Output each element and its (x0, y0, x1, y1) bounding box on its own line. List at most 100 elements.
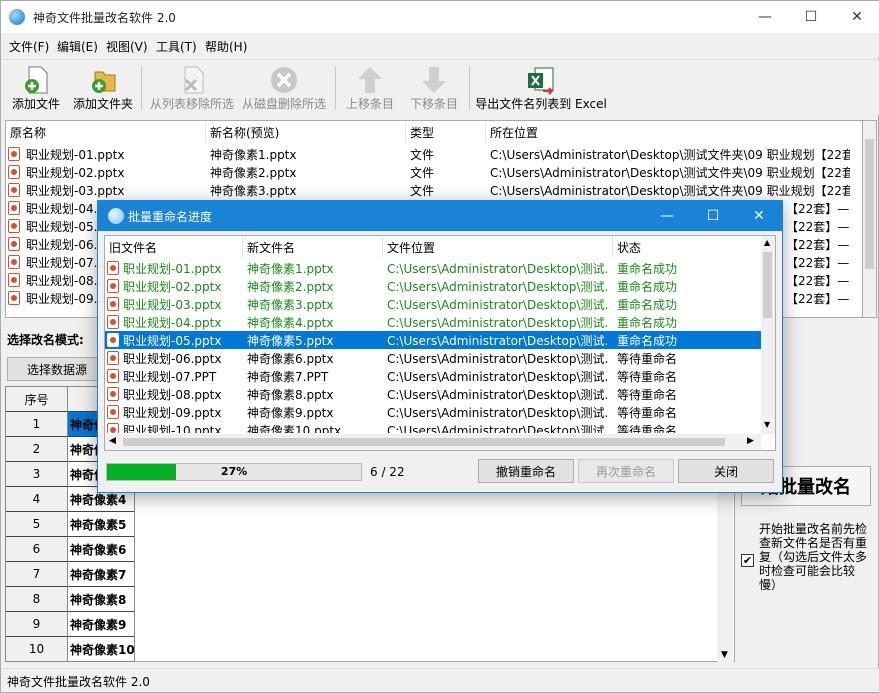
close-icon[interactable]: ✕ (834, 1, 879, 33)
maximize-icon[interactable]: ☐ (690, 201, 736, 231)
grid-index: 1 (6, 412, 68, 437)
close-icon[interactable]: ✕ (736, 201, 782, 231)
grid-cell[interactable]: 神奇像素8 (68, 587, 134, 612)
progress-row[interactable]: 职业规划-08.pptx 神奇像素8.pptx C:\Users\Adminis… (105, 385, 765, 403)
pptx-file-icon (8, 201, 20, 215)
progress-row[interactable]: 职业规划-04.pptx 神奇像素4.pptx C:\Users\Adminis… (105, 313, 765, 331)
column-header-new-name[interactable]: 新名称(预览) (206, 121, 406, 142)
toolbar-separator (335, 66, 336, 110)
arrow-down-icon (422, 67, 446, 93)
chevron-down-icon[interactable]: ▼ (764, 420, 770, 429)
remove-from-list-button[interactable]: 从列表移除所选 (147, 62, 237, 114)
column-header-type[interactable]: 类型 (406, 121, 486, 142)
progress-row[interactable]: 职业规划-03.pptx 神奇像素3.pptx C:\Users\Adminis… (105, 295, 765, 313)
pptx-file-icon (107, 261, 119, 275)
grid-index: 8 (6, 587, 68, 612)
cancel-rename-button[interactable]: 撤销重命名 (478, 459, 574, 483)
grid-cell[interactable]: 神奇像素6 (68, 537, 134, 562)
chevron-down-icon[interactable]: ▼ (721, 650, 728, 660)
progress-row[interactable]: 职业规划-02.pptx 神奇像素2.pptx C:\Users\Adminis… (105, 277, 765, 295)
progress-percent: 27% (220, 465, 248, 478)
progress-row[interactable]: 职业规划-09.pptx 神奇像素9.pptx C:\Users\Adminis… (105, 403, 765, 421)
chevron-right-icon[interactable]: ▶ (747, 436, 754, 446)
scrollbar-thumb[interactable] (123, 438, 725, 446)
toolbar-separator (469, 66, 470, 110)
column-header-old-name[interactable]: 旧文件名 (105, 236, 243, 257)
move-up-button[interactable]: 上移条目 (341, 62, 399, 114)
progress-row[interactable]: 职业规划-07.PPT 神奇像素7.PPT C:\Users\Administr… (105, 367, 765, 385)
progress-list-vscrollbar[interactable]: ▲ ▼ (761, 236, 775, 434)
pptx-file-icon (8, 273, 20, 287)
list-item[interactable]: 职业规划-03.pptx 神奇像素3.pptx 文件 C:\Users\Admi… (6, 181, 862, 199)
menu-file[interactable]: 文件(F) (9, 38, 49, 55)
progress-row[interactable]: 职业规划-10.pptx 神奇像素10.pptx C:\Users\Admini… (105, 421, 765, 433)
column-header-location[interactable]: 所在位置 (486, 121, 862, 142)
move-down-button[interactable]: 下移条目 (405, 62, 463, 114)
scrollbar-thumb[interactable] (865, 139, 874, 269)
grid-cell[interactable]: 神奇像素9 (68, 612, 134, 637)
column-header-new-name[interactable]: 新文件名 (243, 236, 383, 257)
maximize-icon[interactable]: ☐ (788, 1, 834, 33)
grid-index: 6 (6, 537, 68, 562)
pptx-file-icon (107, 315, 119, 329)
column-header-status[interactable]: 状态 (613, 236, 763, 257)
app-icon (108, 208, 124, 224)
pptx-file-icon (8, 219, 20, 233)
toolbar: 添加文件 添加文件夹 从列表移除所选 从磁盘删除所选 上移条目 下移条目 导出文… (1, 59, 879, 115)
pptx-file-icon (107, 387, 119, 401)
chevron-up-icon[interactable]: ▲ (764, 238, 770, 247)
menu-bar: 文件(F) 编辑(E) 视图(V) 工具(T) 帮助(H) (1, 33, 879, 57)
add-file-button[interactable]: 添加文件 (7, 62, 65, 114)
list-item[interactable]: 职业规划-01.pptx 神奇像素1.pptx 文件 C:\Users\Admi… (6, 145, 862, 163)
scrollbar-thumb[interactable] (763, 252, 772, 318)
list-item[interactable]: 职业规划-02.pptx 神奇像素2.pptx 文件 C:\Users\Admi… (6, 163, 862, 181)
select-source-button[interactable]: 选择数据源 (7, 357, 107, 381)
excel-icon (528, 67, 554, 95)
progress-list-hscrollbar[interactable]: ◀ ▶ (105, 434, 761, 450)
column-header-location[interactable]: 文件位置 (383, 236, 613, 257)
progress-row[interactable]: 职业规划-01.pptx 神奇像素1.pptx C:\Users\Adminis… (105, 259, 765, 277)
pptx-file-icon (107, 405, 119, 419)
toolbar-separator (141, 66, 142, 110)
minimize-icon[interactable]: — (742, 1, 788, 33)
chevron-left-icon[interactable]: ◀ (109, 436, 116, 446)
menu-tools[interactable]: 工具(T) (156, 38, 197, 55)
grid-cell[interactable]: 神奇像素5 (68, 512, 134, 537)
delete-from-disk-button[interactable]: 从磁盘删除所选 (239, 62, 329, 114)
column-header-original[interactable]: 原名称 (6, 121, 206, 142)
grid-cell[interactable]: 神奇像素7 (68, 562, 134, 587)
pptx-file-icon (107, 279, 119, 293)
status-text: 神奇文件批量改名软件 2.0 (7, 675, 150, 689)
menu-view[interactable]: 视图(V) (106, 38, 148, 55)
rename-progress-dialog: 批量重命名进度 — ☐ ✕ 旧文件名 新文件名 文件位置 状态 职业规划-01.… (97, 200, 783, 493)
add-folder-icon (92, 71, 116, 93)
ppt-file-icon (107, 369, 119, 383)
pptx-file-icon (8, 255, 20, 269)
add-folder-button[interactable]: 添加文件夹 (69, 62, 137, 114)
menu-edit[interactable]: 编辑(E) (57, 38, 98, 55)
grid-index: 9 (6, 612, 68, 637)
pptx-file-icon (107, 333, 119, 347)
menu-help[interactable]: 帮助(H) (205, 38, 247, 55)
check-duplicates-checkbox[interactable]: ✔ (741, 554, 754, 567)
progress-count: 6 / 22 (370, 465, 405, 479)
progress-bar: 27% (106, 463, 362, 481)
dialog-title-bar: 批量重命名进度 — ☐ ✕ (98, 201, 782, 231)
retry-rename-button[interactable]: 再次重命名 (578, 459, 674, 483)
grid-index: 3 (6, 462, 68, 487)
title-bar: 神奇文件批量改名软件 2.0 — ☐ ✕ (1, 1, 879, 33)
app-icon (9, 9, 25, 25)
grid-header-index: 序号 (6, 387, 68, 412)
progress-row-selected[interactable]: 职业规划-05.pptx 神奇像素5.pptx C:\Users\Adminis… (105, 331, 765, 349)
close-dialog-button[interactable]: 关闭 (678, 459, 774, 483)
grid-index: 4 (6, 487, 68, 512)
minimize-icon[interactable]: — (644, 201, 690, 231)
grid-index: 5 (6, 512, 68, 537)
file-list-scrollbar[interactable] (863, 120, 877, 318)
export-excel-button[interactable]: 导出文件名列表到 Excel (475, 62, 607, 114)
progress-row[interactable]: 职业规划-06.pptx 神奇像素6.pptx C:\Users\Adminis… (105, 349, 765, 367)
progress-list[interactable]: 旧文件名 新文件名 文件位置 状态 职业规划-01.pptx 神奇像素1.ppt… (104, 235, 776, 451)
remove-file-icon (184, 66, 204, 94)
pptx-file-icon (8, 183, 20, 197)
grid-cell[interactable]: 神奇像素10 (68, 637, 134, 661)
